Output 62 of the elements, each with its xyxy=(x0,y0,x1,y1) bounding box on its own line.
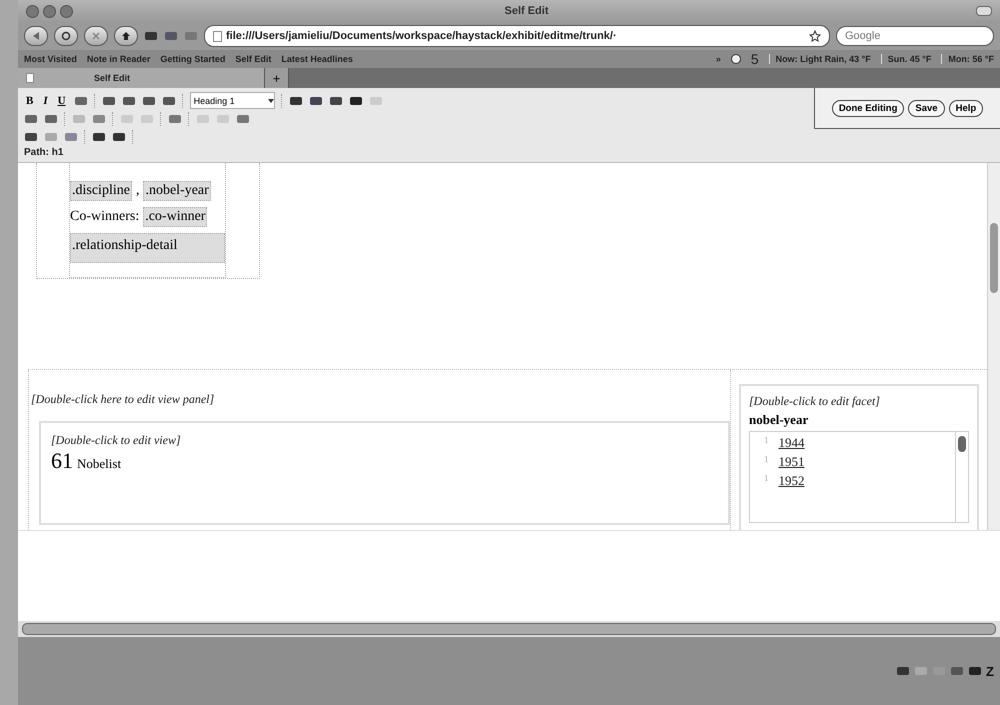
home-icon xyxy=(121,31,131,41)
star-icon[interactable] xyxy=(809,30,821,42)
format-button[interactable]: I xyxy=(41,94,50,106)
view-panel-hint: [Double-click here to edit view panel] xyxy=(31,392,216,407)
back-arrow-icon xyxy=(31,31,41,41)
home-button[interactable] xyxy=(114,26,138,46)
window-title: Self Edit xyxy=(503,5,550,17)
block-format-select[interactable]: Heading 1 xyxy=(190,92,275,109)
weather-text: Sun. 45 °F xyxy=(880,54,932,64)
close-button[interactable] xyxy=(26,4,39,18)
facet-value-link[interactable]: 1952 xyxy=(778,473,804,489)
facet-value-link[interactable]: 1944 xyxy=(778,435,804,451)
address-field[interactable]: file:///Users/jamieliu/Documents/workspace/haystack/exhibit/editme/trunk/· xyxy=(204,25,830,47)
status-text: Z xyxy=(986,664,994,678)
horizontal-scrollbar[interactable] xyxy=(18,621,1000,637)
edit-button[interactable]: Help xyxy=(948,100,984,116)
reload-icon xyxy=(61,31,71,41)
bookmark-link[interactable]: Self Edit xyxy=(235,54,272,64)
bookmark-link[interactable]: Most Visited xyxy=(24,54,77,64)
edit-button[interactable]: Save xyxy=(908,100,945,116)
lens-label: Co-winners: xyxy=(70,209,140,225)
counter-text: 5 xyxy=(750,51,759,67)
item-type-label: Nobelist xyxy=(77,456,122,471)
toolbar-toggle-button[interactable] xyxy=(976,6,992,16)
zoom-button[interactable] xyxy=(60,4,73,18)
bookmark-link[interactable]: Latest Headlines xyxy=(281,54,353,64)
edit-button[interactable]: Done Editing xyxy=(832,100,904,116)
weather-text: Mon: 56 °F xyxy=(941,54,994,64)
lens-field[interactable]: .relationship-detail xyxy=(70,233,225,263)
lens-field[interactable]: .co-winner xyxy=(143,207,208,227)
facet-count: 1 xyxy=(764,473,768,485)
element-path: Path: h1 xyxy=(24,147,64,158)
minimize-button[interactable] xyxy=(43,4,56,18)
browser-tab[interactable]: Self Edit xyxy=(18,68,265,88)
overflow-button[interactable]: » xyxy=(716,54,721,64)
stop-button[interactable] xyxy=(84,26,108,46)
facet-count: 1 xyxy=(764,435,768,447)
weather-text: Now: Light Rain, 43 °F xyxy=(768,54,871,64)
bookmark-link[interactable]: Note in Reader xyxy=(86,54,150,64)
close-icon xyxy=(91,31,101,41)
search-field[interactable]: Google xyxy=(836,26,994,46)
page-icon xyxy=(26,73,34,83)
format-button[interactable]: U xyxy=(56,94,68,106)
lens-field[interactable]: .discipline xyxy=(70,181,132,201)
facet-title: nobel-year xyxy=(749,412,810,428)
facet-count: 1 xyxy=(764,454,768,466)
lens-field[interactable]: .nobel-year xyxy=(143,181,211,201)
bookmark-link[interactable]: Getting Started xyxy=(160,54,226,64)
reload-button[interactable] xyxy=(54,26,78,46)
view-hint: [Double-click to edit view] xyxy=(51,433,182,448)
back-button[interactable] xyxy=(24,26,48,46)
facet-scrollbar[interactable] xyxy=(955,432,968,522)
facet-hint: [Double-click to edit facet] xyxy=(749,394,881,409)
format-button[interactable]: B xyxy=(24,94,36,106)
item-count: 61 xyxy=(51,448,73,473)
new-tab-button[interactable]: + xyxy=(265,68,289,88)
page-icon xyxy=(213,30,222,42)
facet-value-link[interactable]: 1951 xyxy=(778,454,804,470)
caret-icon xyxy=(268,98,274,102)
clock-icon[interactable] xyxy=(730,54,741,64)
lens-separator: , xyxy=(136,183,140,199)
vertical-scrollbar[interactable] xyxy=(987,163,1000,530)
